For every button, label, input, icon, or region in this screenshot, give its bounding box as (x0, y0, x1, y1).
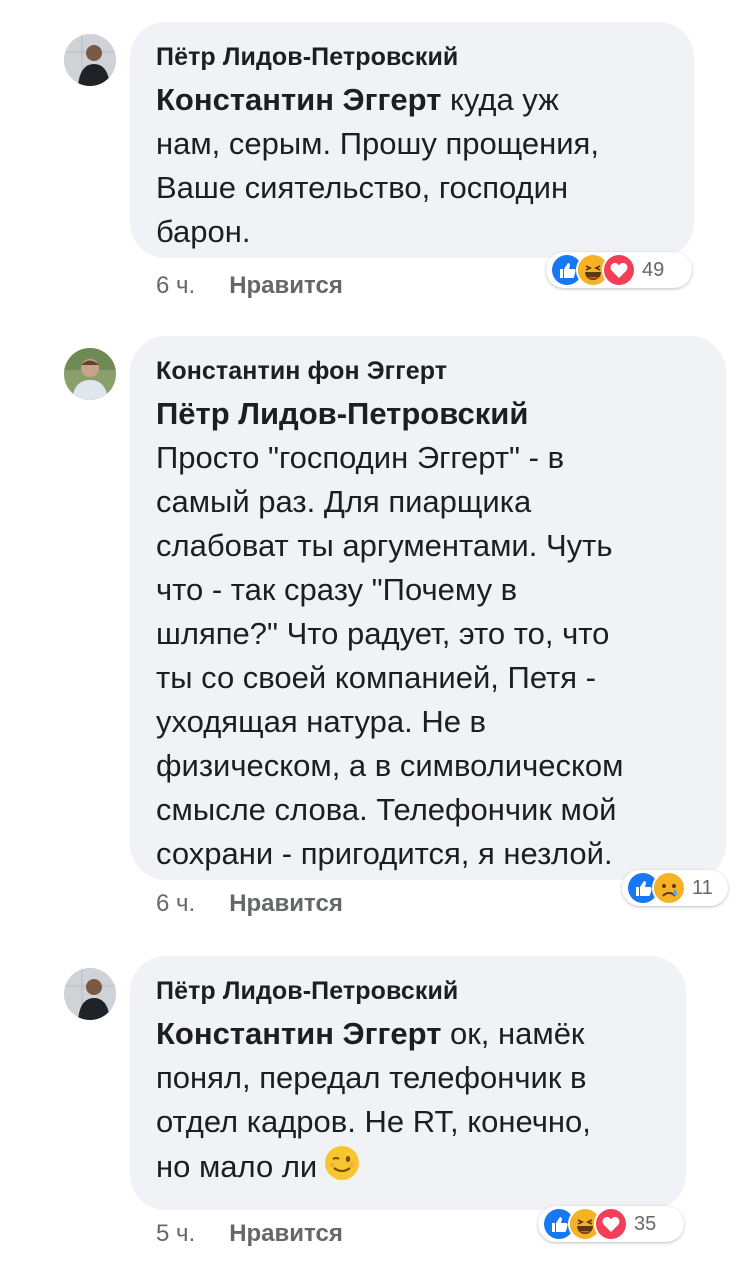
wink-emoji-icon (323, 1144, 361, 1194)
comment-body: Просто "господин Эггерт" - в самый раз. … (156, 440, 624, 871)
love-reaction-icon (602, 253, 636, 287)
comment-meta: 6 ч. Нравится (156, 890, 343, 918)
reaction-summary[interactable]: 35 (538, 1206, 684, 1242)
like-button[interactable]: Нравится (229, 1220, 343, 1248)
mention-link[interactable]: Пётр Лидов-Петровский (156, 396, 528, 431)
comment-author[interactable]: Константин фон Эггерт (156, 356, 700, 386)
timestamp[interactable]: 6 ч. (156, 272, 195, 300)
comment-text: Константин Эггерт куда уж нам, серым. Пр… (156, 78, 668, 254)
comment-meta: 6 ч. Нравится (156, 272, 343, 300)
reaction-count: 35 (634, 1212, 657, 1235)
comment-bubble: Пётр Лидов-Петровский Константин Эггерт … (130, 956, 686, 1210)
comment-meta: 5 ч. Нравится (156, 1220, 343, 1248)
like-button[interactable]: Нравится (229, 272, 343, 300)
reaction-summary[interactable]: 11 (622, 870, 728, 906)
like-button[interactable]: Нравится (229, 890, 343, 918)
love-reaction-icon (594, 1207, 628, 1241)
timestamp[interactable]: 6 ч. (156, 890, 195, 918)
comment-text: Константин Эггерт ок, намёк понял, перед… (156, 1012, 660, 1194)
comment-bubble: Константин фон Эггерт Пётр Лидов-Петровс… (130, 336, 726, 880)
comment-author[interactable]: Пётр Лидов-Петровский (156, 42, 668, 72)
avatar[interactable] (64, 34, 116, 86)
comment-text: Пётр Лидов-Петровский Просто "господин Эг… (156, 392, 700, 876)
comment-bubble: Пётр Лидов-Петровский Константин Эггерт … (130, 22, 694, 258)
mention-link[interactable]: Константин Эггерт (156, 82, 441, 117)
avatar[interactable] (64, 348, 116, 400)
reaction-count: 11 (692, 876, 713, 899)
mention-link[interactable]: Константин Эггерт (156, 1016, 441, 1051)
sad-reaction-icon (652, 871, 686, 905)
avatar[interactable] (64, 968, 116, 1020)
timestamp[interactable]: 5 ч. (156, 1220, 195, 1248)
comment-author[interactable]: Пётр Лидов-Петровский (156, 976, 660, 1006)
reaction-count: 49 (642, 258, 665, 281)
reaction-summary[interactable]: 49 (546, 252, 692, 288)
